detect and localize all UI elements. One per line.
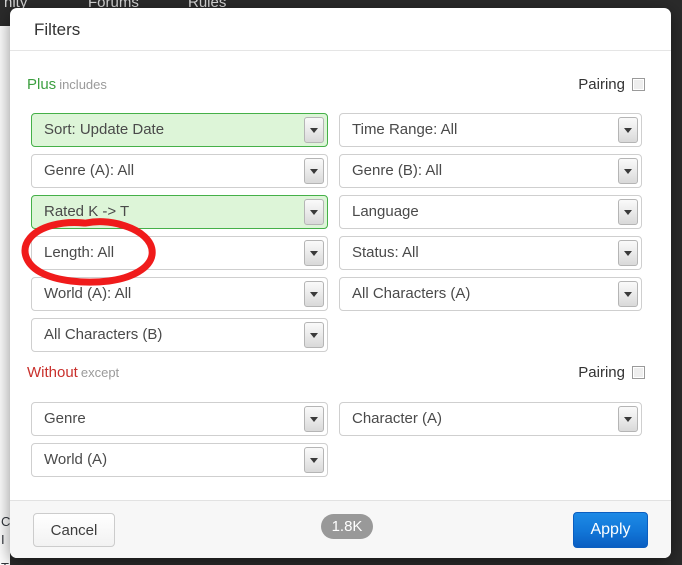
select-sort[interactable]: Sort: Update Date bbox=[31, 113, 328, 147]
chevron-down-icon[interactable] bbox=[304, 281, 324, 307]
select-without-world-a-label: World (A) bbox=[44, 451, 108, 468]
dialog-body: Plus includes Pairing Sort: Update Date T… bbox=[10, 52, 671, 500]
bg-text-1: C bbox=[1, 514, 11, 529]
chevron-down-icon[interactable] bbox=[618, 158, 638, 184]
chevron-down-icon[interactable] bbox=[304, 406, 324, 432]
select-status-label: Status: All bbox=[352, 244, 419, 261]
select-all-characters-a-label: All Characters (A) bbox=[352, 285, 471, 302]
select-all-characters-a[interactable]: All Characters (A) bbox=[339, 277, 642, 311]
pairing-checkbox-plus[interactable] bbox=[632, 78, 645, 91]
select-length-label: Length: All bbox=[44, 244, 115, 261]
chevron-down-icon[interactable] bbox=[304, 158, 324, 184]
pairing-label-plus: Pairing bbox=[578, 76, 625, 93]
section-subtext-without: except bbox=[80, 365, 120, 380]
section-keyword-without: Without bbox=[27, 364, 78, 381]
pairing-checkbox-without[interactable] bbox=[632, 366, 645, 379]
section-subtext-plus: includes bbox=[59, 77, 107, 92]
chevron-down-icon[interactable] bbox=[304, 322, 324, 348]
apply-button[interactable]: Apply bbox=[573, 512, 648, 548]
select-genre-a[interactable]: Genre (A): All bbox=[31, 154, 328, 188]
select-all-characters-b-label: All Characters (B) bbox=[44, 326, 163, 343]
chevron-down-icon[interactable] bbox=[618, 117, 638, 143]
chevron-down-icon[interactable] bbox=[618, 240, 638, 266]
select-without-world-a[interactable]: World (A) bbox=[31, 443, 328, 477]
cancel-button[interactable]: Cancel bbox=[33, 513, 115, 547]
pairing-label-without: Pairing bbox=[578, 364, 625, 381]
chevron-down-icon[interactable] bbox=[618, 199, 638, 225]
dialog-footer: Cancel 1.8K Apply bbox=[10, 500, 671, 558]
dialog-header: Filters bbox=[10, 8, 671, 51]
select-status[interactable]: Status: All bbox=[339, 236, 642, 270]
filters-dialog: Filters Plus includes Pairing Sort: Updat… bbox=[10, 8, 671, 558]
select-all-characters-b[interactable]: All Characters (B) bbox=[31, 318, 328, 352]
bg-text-3: T bbox=[1, 560, 9, 565]
screen: nity Forums Rules C I T Filters Plusincl… bbox=[0, 0, 682, 565]
select-length[interactable]: Length: All bbox=[31, 236, 328, 270]
chevron-down-icon[interactable] bbox=[304, 199, 324, 225]
result-count-badge: 1.8K bbox=[321, 514, 373, 539]
pairing-toggle-plus[interactable]: Pairing bbox=[578, 76, 645, 93]
select-world-a-label: World (A): All bbox=[44, 285, 132, 302]
select-without-character-a[interactable]: Character (A) bbox=[339, 402, 642, 436]
section-keyword-plus: Plus bbox=[27, 76, 57, 93]
dialog-title: Filters bbox=[34, 20, 81, 39]
select-language[interactable]: Language bbox=[339, 195, 642, 229]
select-time-range-label: Time Range: All bbox=[352, 121, 458, 138]
select-rating[interactable]: Rated K -> T bbox=[31, 195, 328, 229]
select-without-genre[interactable]: Genre bbox=[31, 402, 328, 436]
page-content-left-edge: C I T bbox=[0, 26, 10, 565]
section-heading-plus: Plus includes bbox=[27, 76, 107, 93]
chevron-down-icon[interactable] bbox=[304, 447, 324, 473]
select-world-a[interactable]: World (A): All bbox=[31, 277, 328, 311]
select-without-genre-label: Genre bbox=[44, 410, 86, 427]
select-rating-label: Rated K -> T bbox=[44, 203, 130, 220]
bg-text-2: I bbox=[1, 532, 5, 547]
select-genre-b-label: Genre (B): All bbox=[352, 162, 443, 179]
select-without-character-a-label: Character (A) bbox=[352, 410, 443, 427]
chevron-down-icon[interactable] bbox=[618, 406, 638, 432]
section-heading-without: Without except bbox=[27, 364, 119, 381]
select-time-range[interactable]: Time Range: All bbox=[339, 113, 642, 147]
select-language-label: Language bbox=[352, 203, 419, 220]
chevron-down-icon[interactable] bbox=[304, 117, 324, 143]
pairing-toggle-without[interactable]: Pairing bbox=[578, 364, 645, 381]
chevron-down-icon[interactable] bbox=[618, 281, 638, 307]
chevron-down-icon[interactable] bbox=[304, 240, 324, 266]
select-genre-b[interactable]: Genre (B): All bbox=[339, 154, 642, 188]
select-sort-label: Sort: Update Date bbox=[44, 121, 165, 138]
select-genre-a-label: Genre (A): All bbox=[44, 162, 135, 179]
